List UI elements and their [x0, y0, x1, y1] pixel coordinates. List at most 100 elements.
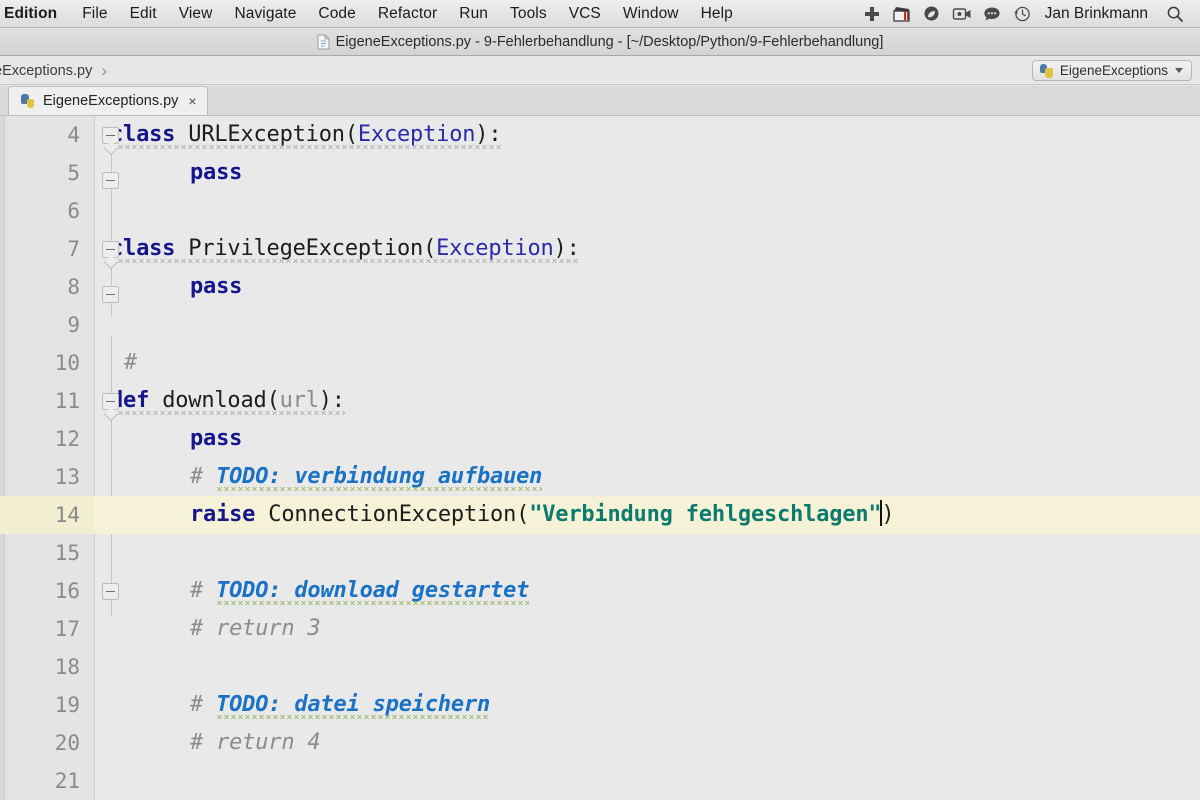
python-file-icon: [20, 93, 36, 109]
token-comment-hash: #: [190, 578, 217, 603]
close-icon[interactable]: ×: [185, 94, 196, 108]
run-configuration-label: EigeneExceptions: [1059, 63, 1168, 78]
token-paren-close: ): [553, 236, 567, 261]
run-configuration-selector[interactable]: EigeneExceptions: [1031, 60, 1192, 81]
token-colon: :: [488, 122, 502, 147]
fold-marker-def-download[interactable]: [102, 393, 119, 410]
code-line-18[interactable]: 18: [0, 648, 1200, 686]
video-camera-icon[interactable]: [947, 0, 977, 27]
menu-item-window[interactable]: Window: [612, 0, 690, 27]
token-keyword-class: class: [110, 236, 176, 261]
token-comment-hash: #: [124, 350, 138, 375]
line-number: 15: [54, 541, 80, 565]
fold-marker-class-urlexception[interactable]: [102, 127, 119, 144]
code-line-5[interactable]: 5 pass: [0, 154, 1200, 192]
code-line-10[interactable]: 10 #: [0, 344, 1200, 382]
menu-item-help[interactable]: Help: [690, 0, 744, 27]
code-line-14[interactable]: 14 raise ConnectionException("Verbindung…: [0, 496, 1200, 534]
menu-item-edition[interactable]: Edition: [0, 0, 71, 27]
code-text[interactable]: class URLException(Exception):: [110, 116, 502, 154]
speech-bubble-icon[interactable]: [977, 0, 1007, 27]
token-comment-hash: #: [190, 692, 217, 717]
code-line-7[interactable]: 7 class PrivilegeException(Exception):: [0, 230, 1200, 268]
code-text[interactable]: # TODO: datei speichern: [190, 686, 490, 724]
editor-tab-bar: EigeneExceptions.py ×: [0, 86, 1200, 116]
code-text[interactable]: # return 3: [190, 610, 321, 648]
fold-marker-body-urlexception[interactable]: [102, 172, 119, 189]
code-text[interactable]: pass: [190, 154, 242, 192]
token-paren-open: (: [516, 502, 530, 527]
window-title-bar: EigeneExceptions.py - 9-Fehlerbehandlung…: [0, 28, 1200, 56]
code-line-8[interactable]: 8 pass: [0, 268, 1200, 306]
token-paren-open: (: [266, 388, 280, 413]
code-text[interactable]: # TODO: verbindung aufbauen: [190, 458, 542, 496]
code-line-19[interactable]: 19 # TODO: datei speichern: [0, 686, 1200, 724]
token-keyword-pass: pass: [190, 160, 243, 185]
token-comment-return4: # return 4: [190, 730, 321, 755]
clapperboard-icon[interactable]: [887, 0, 917, 27]
token-paren-close: ): [881, 502, 895, 527]
code-text[interactable]: # return 4: [190, 724, 321, 762]
chevron-right-icon: ›: [101, 61, 108, 80]
token-parameter-url: url: [279, 388, 319, 413]
code-line-4[interactable]: 4 class URLException(Exception):: [0, 116, 1200, 154]
token-colon: :: [331, 388, 345, 413]
code-line-6[interactable]: 6: [0, 192, 1200, 230]
editor-tab-eigeneexceptions[interactable]: EigeneExceptions.py ×: [8, 86, 208, 115]
code-editor[interactable]: 4 class URLException(Exception): 5 pass …: [0, 116, 1200, 800]
line-number: 4: [67, 123, 80, 147]
code-line-13[interactable]: 13 # TODO: verbindung aufbauen: [0, 458, 1200, 496]
token-keyword-class: class: [110, 122, 176, 147]
token-paren-open: (: [344, 122, 358, 147]
menu-item-tools[interactable]: Tools: [499, 0, 558, 27]
code-line-9[interactable]: 9: [0, 306, 1200, 344]
code-line-16[interactable]: 16 # TODO: download gestartet: [0, 572, 1200, 610]
code-line-20[interactable]: 20 # return 4: [0, 724, 1200, 762]
token-colon: :: [566, 236, 580, 261]
code-line-21[interactable]: 21: [0, 762, 1200, 800]
code-text[interactable]: pass: [190, 268, 242, 306]
code-line-11[interactable]: 11 def download(url):: [0, 382, 1200, 420]
menu-item-code[interactable]: Code: [307, 0, 366, 27]
code-text[interactable]: #: [124, 344, 137, 382]
fold-marker-class-privilegeexception[interactable]: [102, 241, 119, 258]
menu-item-run[interactable]: Run: [448, 0, 499, 27]
line-number: 8: [67, 275, 80, 299]
search-icon[interactable]: [1160, 0, 1190, 27]
fold-marker-body-download[interactable]: [102, 583, 119, 600]
token-comment-hash: #: [190, 464, 217, 489]
menu-item-navigate[interactable]: Navigate: [223, 0, 307, 27]
chevron-down-icon[interactable]: [1175, 68, 1183, 73]
medical-cross-icon[interactable]: [857, 0, 887, 27]
fold-marker-body-privilegeexception[interactable]: [102, 286, 119, 303]
python-config-icon: [1039, 63, 1055, 79]
breadcrumb-item-file[interactable]: eExceptions.py: [0, 63, 92, 79]
code-line-17[interactable]: 17 # return 3: [0, 610, 1200, 648]
code-text[interactable]: # TODO: download gestartet: [190, 572, 529, 610]
time-machine-icon[interactable]: [1007, 0, 1037, 27]
token-keyword-pass: pass: [190, 426, 243, 451]
leaf-icon[interactable]: [917, 0, 947, 27]
line-number: 7: [67, 237, 80, 261]
code-line-15[interactable]: 15: [0, 534, 1200, 572]
code-text[interactable]: def download(url):: [110, 382, 345, 420]
breadcrumb[interactable]: eExceptions.py ›: [0, 62, 114, 79]
code-lines[interactable]: 4 class URLException(Exception): 5 pass …: [0, 116, 1200, 800]
menu-item-edit[interactable]: Edit: [119, 0, 168, 27]
line-number: 12: [54, 427, 80, 451]
code-text[interactable]: class PrivilegeException(Exception):: [110, 230, 580, 268]
menu-item-refactor[interactable]: Refactor: [367, 0, 448, 27]
menu-bar-tray: Jan Brinkmann: [857, 0, 1194, 27]
token-paren-open: (: [423, 236, 437, 261]
token-todo-text: TODO: datei speichern: [216, 692, 490, 720]
menu-item-vcs[interactable]: VCS: [558, 0, 612, 27]
menu-item-file[interactable]: File: [71, 0, 118, 27]
token-string-literal: "Verbindung fehlgeschlagen": [529, 502, 882, 527]
token-keyword-raise: raise: [190, 502, 256, 527]
menu-item-view[interactable]: View: [168, 0, 224, 27]
code-text[interactable]: pass: [190, 420, 242, 458]
code-text[interactable]: raise ConnectionException("Verbindung fe…: [190, 496, 895, 534]
line-number: 6: [67, 199, 80, 223]
user-name-label[interactable]: Jan Brinkmann: [1037, 5, 1160, 23]
code-line-12[interactable]: 12 pass: [0, 420, 1200, 458]
